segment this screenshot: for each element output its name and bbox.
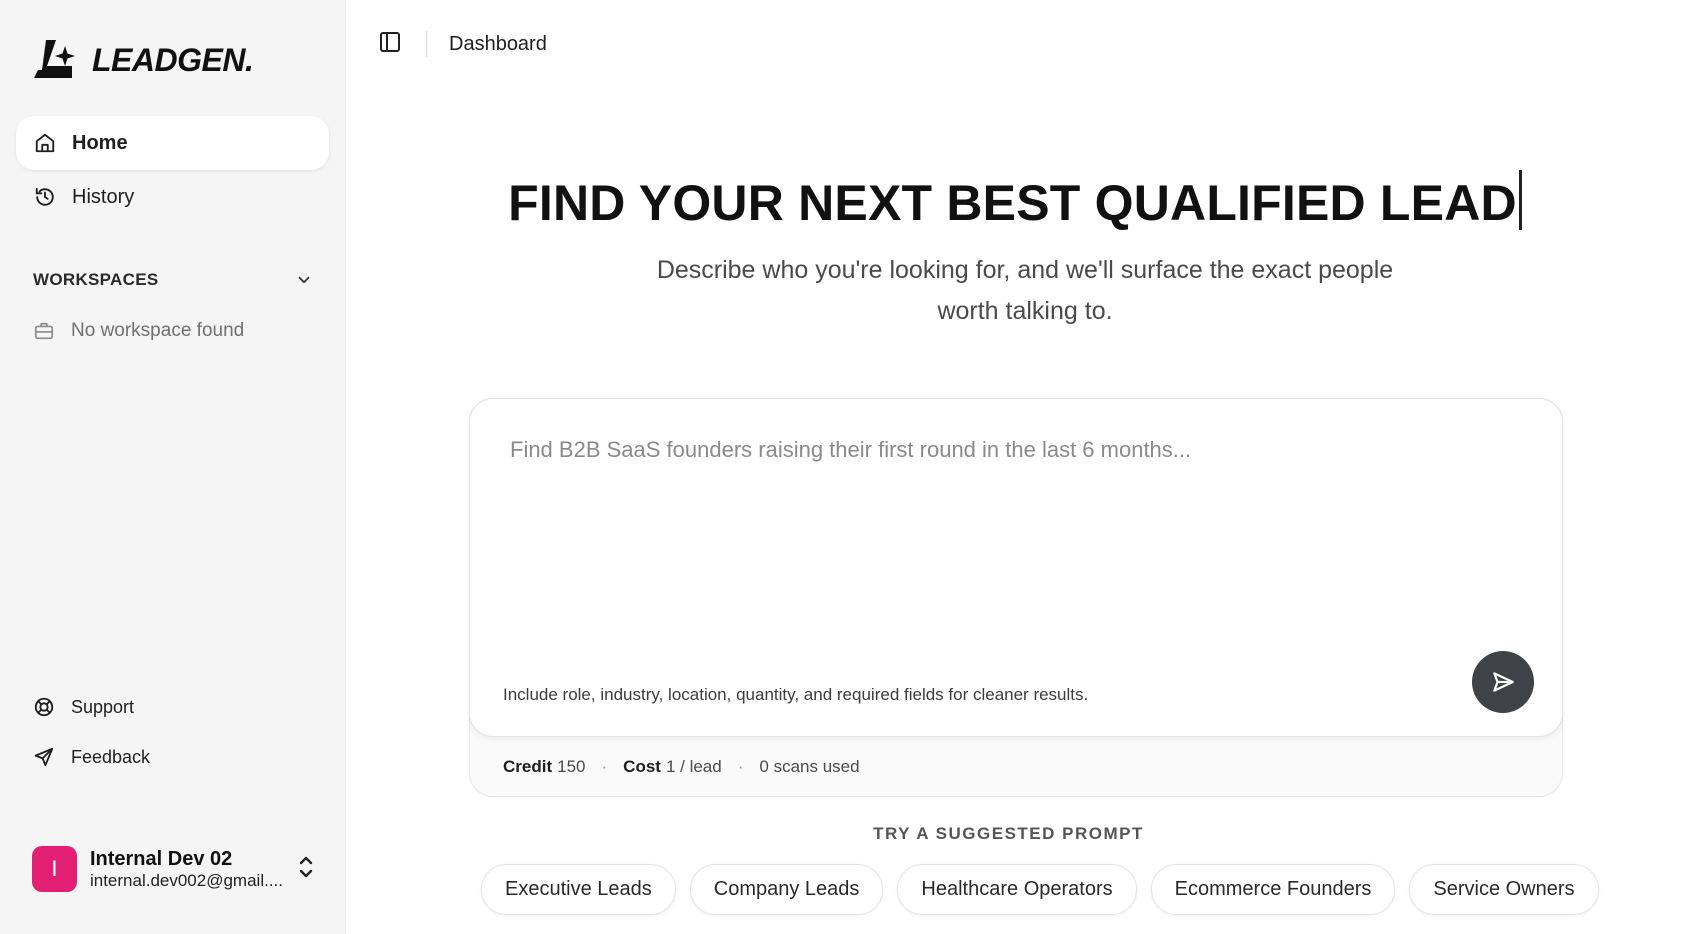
briefcase-icon (34, 322, 54, 340)
home-icon (35, 133, 55, 153)
cost-value: 1 / lead (665, 757, 722, 776)
page-subtitle: Describe who you're looking for, and we'… (656, 256, 1394, 325)
meta-separator: · (601, 757, 608, 776)
workspaces-title: WORKSPACES (33, 270, 159, 289)
usage-meta: Credit 150 · Cost 1 / lead · 0 scans use… (503, 757, 860, 777)
scans-used: 0 scans used (759, 757, 860, 776)
suggested-prompts-label: TRY A SUGGESTED PROMPT (873, 824, 1144, 843)
leadgen-logo-icon (34, 40, 75, 78)
text-cursor (1518, 170, 1522, 230)
page-title-text: FIND YOUR NEXT BEST QUALIFIED LEAD (508, 175, 1517, 231)
sidebar: LEADGEN. Home History WORKSPACES No work… (0, 0, 346, 934)
avatar: I (32, 846, 77, 892)
prompt-hint: Include role, industry, location, quanti… (503, 685, 1089, 704)
sidebar-item-label: Home (72, 131, 128, 154)
user-info: Internal Dev 02 internal.dev002@gmail...… (90, 848, 283, 891)
prompt-panel: Include role, industry, location, quanti… (469, 398, 1563, 797)
history-icon (35, 187, 54, 206)
sidebar-item-label: History (72, 185, 135, 208)
sidebar-item-support[interactable]: Support (33, 696, 134, 718)
sidebar-item-home[interactable]: Home (16, 116, 329, 170)
chip-ecommerce-founders[interactable]: Ecommerce Founders (1150, 864, 1396, 915)
chevron-up-down-icon[interactable] (296, 854, 316, 885)
workspace-empty-state: No workspace found (33, 320, 244, 342)
send-icon (34, 747, 54, 767)
chip-healthcare-operators[interactable]: Healthcare Operators (897, 864, 1137, 915)
suggested-prompts: Executive Leads Company Leads Healthcare… (481, 864, 1599, 915)
brand-logo[interactable]: LEADGEN. (32, 36, 254, 84)
user-menu[interactable]: I Internal Dev 02 internal.dev002@gmail.… (32, 846, 316, 892)
brand-name: LEADGEN. (92, 41, 254, 78)
prompt-input[interactable] (510, 437, 1470, 617)
paper-plane-icon (1493, 672, 1514, 692)
sidebar-toggle-icon[interactable] (378, 30, 402, 59)
chip-company-leads[interactable]: Company Leads (689, 864, 884, 915)
workspaces-header[interactable]: WORKSPACES (33, 270, 313, 290)
workspace-empty-label: No workspace found (71, 320, 245, 341)
credit-label: Credit (503, 757, 553, 776)
support-label: Support (71, 696, 135, 717)
user-name: Internal Dev 02 (89, 847, 233, 870)
chip-executive-leads[interactable]: Executive Leads (481, 864, 676, 915)
topbar: Dashboard (346, 0, 1684, 88)
chevron-down-icon[interactable] (295, 271, 313, 289)
cost-label: Cost (623, 757, 661, 776)
send-button[interactable] (1472, 651, 1534, 713)
chip-service-owners[interactable]: Service Owners (1409, 864, 1599, 915)
lifebuoy-icon (34, 697, 54, 717)
page-title: FIND YOUR NEXT BEST QUALIFIED LEAD (346, 170, 1684, 232)
feedback-label: Feedback (71, 746, 151, 767)
sidebar-item-history[interactable]: History (16, 170, 329, 224)
sidebar-item-feedback[interactable]: Feedback (33, 746, 150, 768)
suggested-prompts-title: TRY A SUGGESTED PROMPT (346, 824, 1684, 844)
credit-value: 150 (557, 757, 586, 776)
meta-separator: · (737, 757, 744, 776)
breadcrumb: Dashboard (449, 32, 547, 55)
prompt-composer: Include role, industry, location, quanti… (469, 398, 1563, 737)
topbar-divider (426, 31, 427, 57)
user-email: internal.dev002@gmail.... (89, 870, 283, 890)
